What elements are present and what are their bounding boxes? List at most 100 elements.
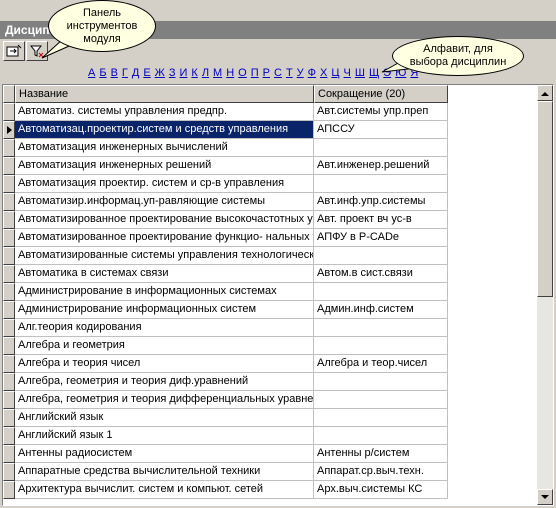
- cell-name[interactable]: Администрирование в информационных систе…: [15, 283, 314, 301]
- cell-name[interactable]: Автоматиз. системы управления предпр.: [15, 103, 314, 121]
- filter-button[interactable]: [26, 41, 48, 61]
- row-indicator[interactable]: [3, 301, 15, 319]
- table-row[interactable]: Английский язык: [3, 409, 448, 427]
- table-row[interactable]: Автоматизац.проектир.систем и средств уп…: [3, 121, 448, 139]
- alphabet-letter[interactable]: Ш: [353, 66, 367, 80]
- table-row[interactable]: Архитектура вычислит. систем и компьют. …: [3, 481, 448, 499]
- cell-name[interactable]: Архитектура вычислит. систем и компьют. …: [15, 481, 314, 499]
- cell-abbreviation[interactable]: Алгебра и теор.чисел: [314, 355, 448, 373]
- cell-name[interactable]: Автоматизация инженерных решений: [15, 157, 314, 175]
- cell-abbreviation[interactable]: Авт. проект вч ус-в: [314, 211, 448, 229]
- alphabet-letter[interactable]: Б: [97, 66, 108, 80]
- table-row[interactable]: Автоматизация инженерных решений Авт.инже…: [3, 157, 448, 175]
- table-row[interactable]: Автоматизированное проектирование высоко…: [3, 211, 448, 229]
- row-indicator[interactable]: [3, 481, 15, 499]
- cell-name[interactable]: Английский язык: [15, 409, 314, 427]
- row-indicator[interactable]: [3, 337, 15, 355]
- row-indicator[interactable]: [3, 319, 15, 337]
- scroll-thumb[interactable]: [537, 101, 553, 297]
- alphabet-letter[interactable]: С: [272, 66, 284, 80]
- row-indicator[interactable]: [3, 355, 15, 373]
- row-indicator[interactable]: [3, 373, 15, 391]
- table-row[interactable]: Алг.теория кодирования: [3, 319, 448, 337]
- column-header-name[interactable]: Название: [15, 85, 314, 103]
- alphabet-letter[interactable]: Д: [130, 66, 141, 80]
- alphabet-letter[interactable]: Г: [120, 66, 130, 80]
- cell-abbreviation[interactable]: Аппарат.ср.выч.техн.: [314, 463, 448, 481]
- row-indicator[interactable]: [3, 463, 15, 481]
- table-row[interactable]: Антенны радиосистем Антенны р/систем: [3, 445, 448, 463]
- row-indicator[interactable]: [3, 445, 15, 463]
- alphabet-letter[interactable]: А: [86, 66, 97, 80]
- cell-name[interactable]: Алг.теория кодирования: [15, 319, 314, 337]
- column-header-abbreviation[interactable]: Сокращение (20): [314, 85, 448, 103]
- row-indicator[interactable]: [3, 283, 15, 301]
- alphabet-letter[interactable]: Щ: [367, 66, 381, 80]
- cell-abbreviation[interactable]: [314, 175, 448, 193]
- alphabet-letter[interactable]: П: [249, 66, 261, 80]
- cell-abbreviation[interactable]: [314, 409, 448, 427]
- row-indicator[interactable]: [3, 193, 15, 211]
- row-indicator[interactable]: [3, 229, 15, 247]
- alphabet-letter[interactable]: Ч: [342, 66, 353, 80]
- current-row-indicator[interactable]: [3, 121, 15, 139]
- alphabet-letter[interactable]: М: [211, 66, 224, 80]
- cell-abbreviation[interactable]: Авт.инф.упр.системы: [314, 193, 448, 211]
- row-indicator[interactable]: [3, 157, 15, 175]
- cell-abbreviation[interactable]: АПССУ: [314, 121, 448, 139]
- alphabet-letter[interactable]: Е: [141, 66, 152, 80]
- table-row[interactable]: Алгебра и геометрия: [3, 337, 448, 355]
- alphabet-letter[interactable]: Э: [381, 66, 393, 80]
- cell-abbreviation[interactable]: [314, 319, 448, 337]
- cell-abbreviation[interactable]: [314, 337, 448, 355]
- alphabet-letter[interactable]: Р: [261, 66, 272, 80]
- cell-name[interactable]: Аппаратные средства вычислительной техни…: [15, 463, 314, 481]
- table-row[interactable]: Алгебра, геометрия и теория диф.уравнени…: [3, 373, 448, 391]
- alphabet-letter[interactable]: К: [189, 66, 199, 80]
- cell-abbreviation[interactable]: Авт.инженер.решений: [314, 157, 448, 175]
- row-indicator[interactable]: [3, 139, 15, 157]
- table-row[interactable]: Администрирование информационных систем А…: [3, 301, 448, 319]
- cell-name[interactable]: Алгебра, геометрия и теория диф.уравнени…: [15, 373, 314, 391]
- cell-name[interactable]: Антенны радиосистем: [15, 445, 314, 463]
- row-indicator[interactable]: [3, 247, 15, 265]
- alphabet-letter[interactable]: Ц: [329, 66, 341, 80]
- alphabet-letter[interactable]: Н: [224, 66, 236, 80]
- cell-name[interactable]: Автоматизированное проектирование высоко…: [15, 211, 314, 229]
- scroll-up-button[interactable]: [537, 85, 553, 101]
- disciplines-grid[interactable]: Название Сокращение (20) Автоматиз. сист…: [2, 84, 554, 506]
- cell-name[interactable]: Автоматизированное проектирование функци…: [15, 229, 314, 247]
- cell-abbreviation[interactable]: [314, 139, 448, 157]
- cell-name[interactable]: Алгебра и геометрия: [15, 337, 314, 355]
- table-row[interactable]: Алгебра, геометрия и теория дифференциал…: [3, 391, 448, 409]
- row-indicator[interactable]: [3, 427, 15, 445]
- alphabet-letter[interactable]: Т: [284, 66, 295, 80]
- cell-abbreviation[interactable]: Авт.системы упр.преп: [314, 103, 448, 121]
- alphabet-letter[interactable]: Х: [318, 66, 329, 80]
- cell-abbreviation[interactable]: Автом.в сист.связи: [314, 265, 448, 283]
- cell-name[interactable]: Английский язык 1: [15, 427, 314, 445]
- row-indicator[interactable]: [3, 391, 15, 409]
- cell-name[interactable]: Автоматизир.информац.уп-равляющие систем…: [15, 193, 314, 211]
- alphabet-letter[interactable]: И: [178, 66, 190, 80]
- cell-abbreviation[interactable]: [314, 391, 448, 409]
- cell-name[interactable]: Автоматизированные системы управления те…: [15, 247, 314, 265]
- alphabet-letter[interactable]: У: [295, 66, 306, 80]
- vertical-scrollbar[interactable]: [537, 85, 553, 505]
- cell-name[interactable]: Автоматизац.проектир.систем и средств уп…: [15, 121, 314, 139]
- row-indicator[interactable]: [3, 175, 15, 193]
- row-indicator[interactable]: [3, 409, 15, 427]
- alphabet-letter[interactable]: Ж: [153, 66, 167, 80]
- row-indicator[interactable]: [3, 211, 15, 229]
- alphabet-letter[interactable]: В: [109, 66, 120, 80]
- table-row[interactable]: Автоматика в системах связи Автом.в сист.…: [3, 265, 448, 283]
- table-row[interactable]: Автоматиз. системы управления предпр. Авт…: [3, 103, 448, 121]
- table-row[interactable]: Автоматизация проектир. систем и ср-в уп…: [3, 175, 448, 193]
- alphabet-letter[interactable]: О: [236, 66, 249, 80]
- cell-name[interactable]: Автоматизация инженерных вычислений: [15, 139, 314, 157]
- cell-name[interactable]: Автоматизация проектир. систем и ср-в уп…: [15, 175, 314, 193]
- cell-abbreviation[interactable]: [314, 283, 448, 301]
- cell-name[interactable]: Алгебра, геометрия и теория дифференциал…: [15, 391, 314, 409]
- open-button[interactable]: [3, 41, 25, 61]
- cell-abbreviation[interactable]: АПФУ в Р-САDе: [314, 229, 448, 247]
